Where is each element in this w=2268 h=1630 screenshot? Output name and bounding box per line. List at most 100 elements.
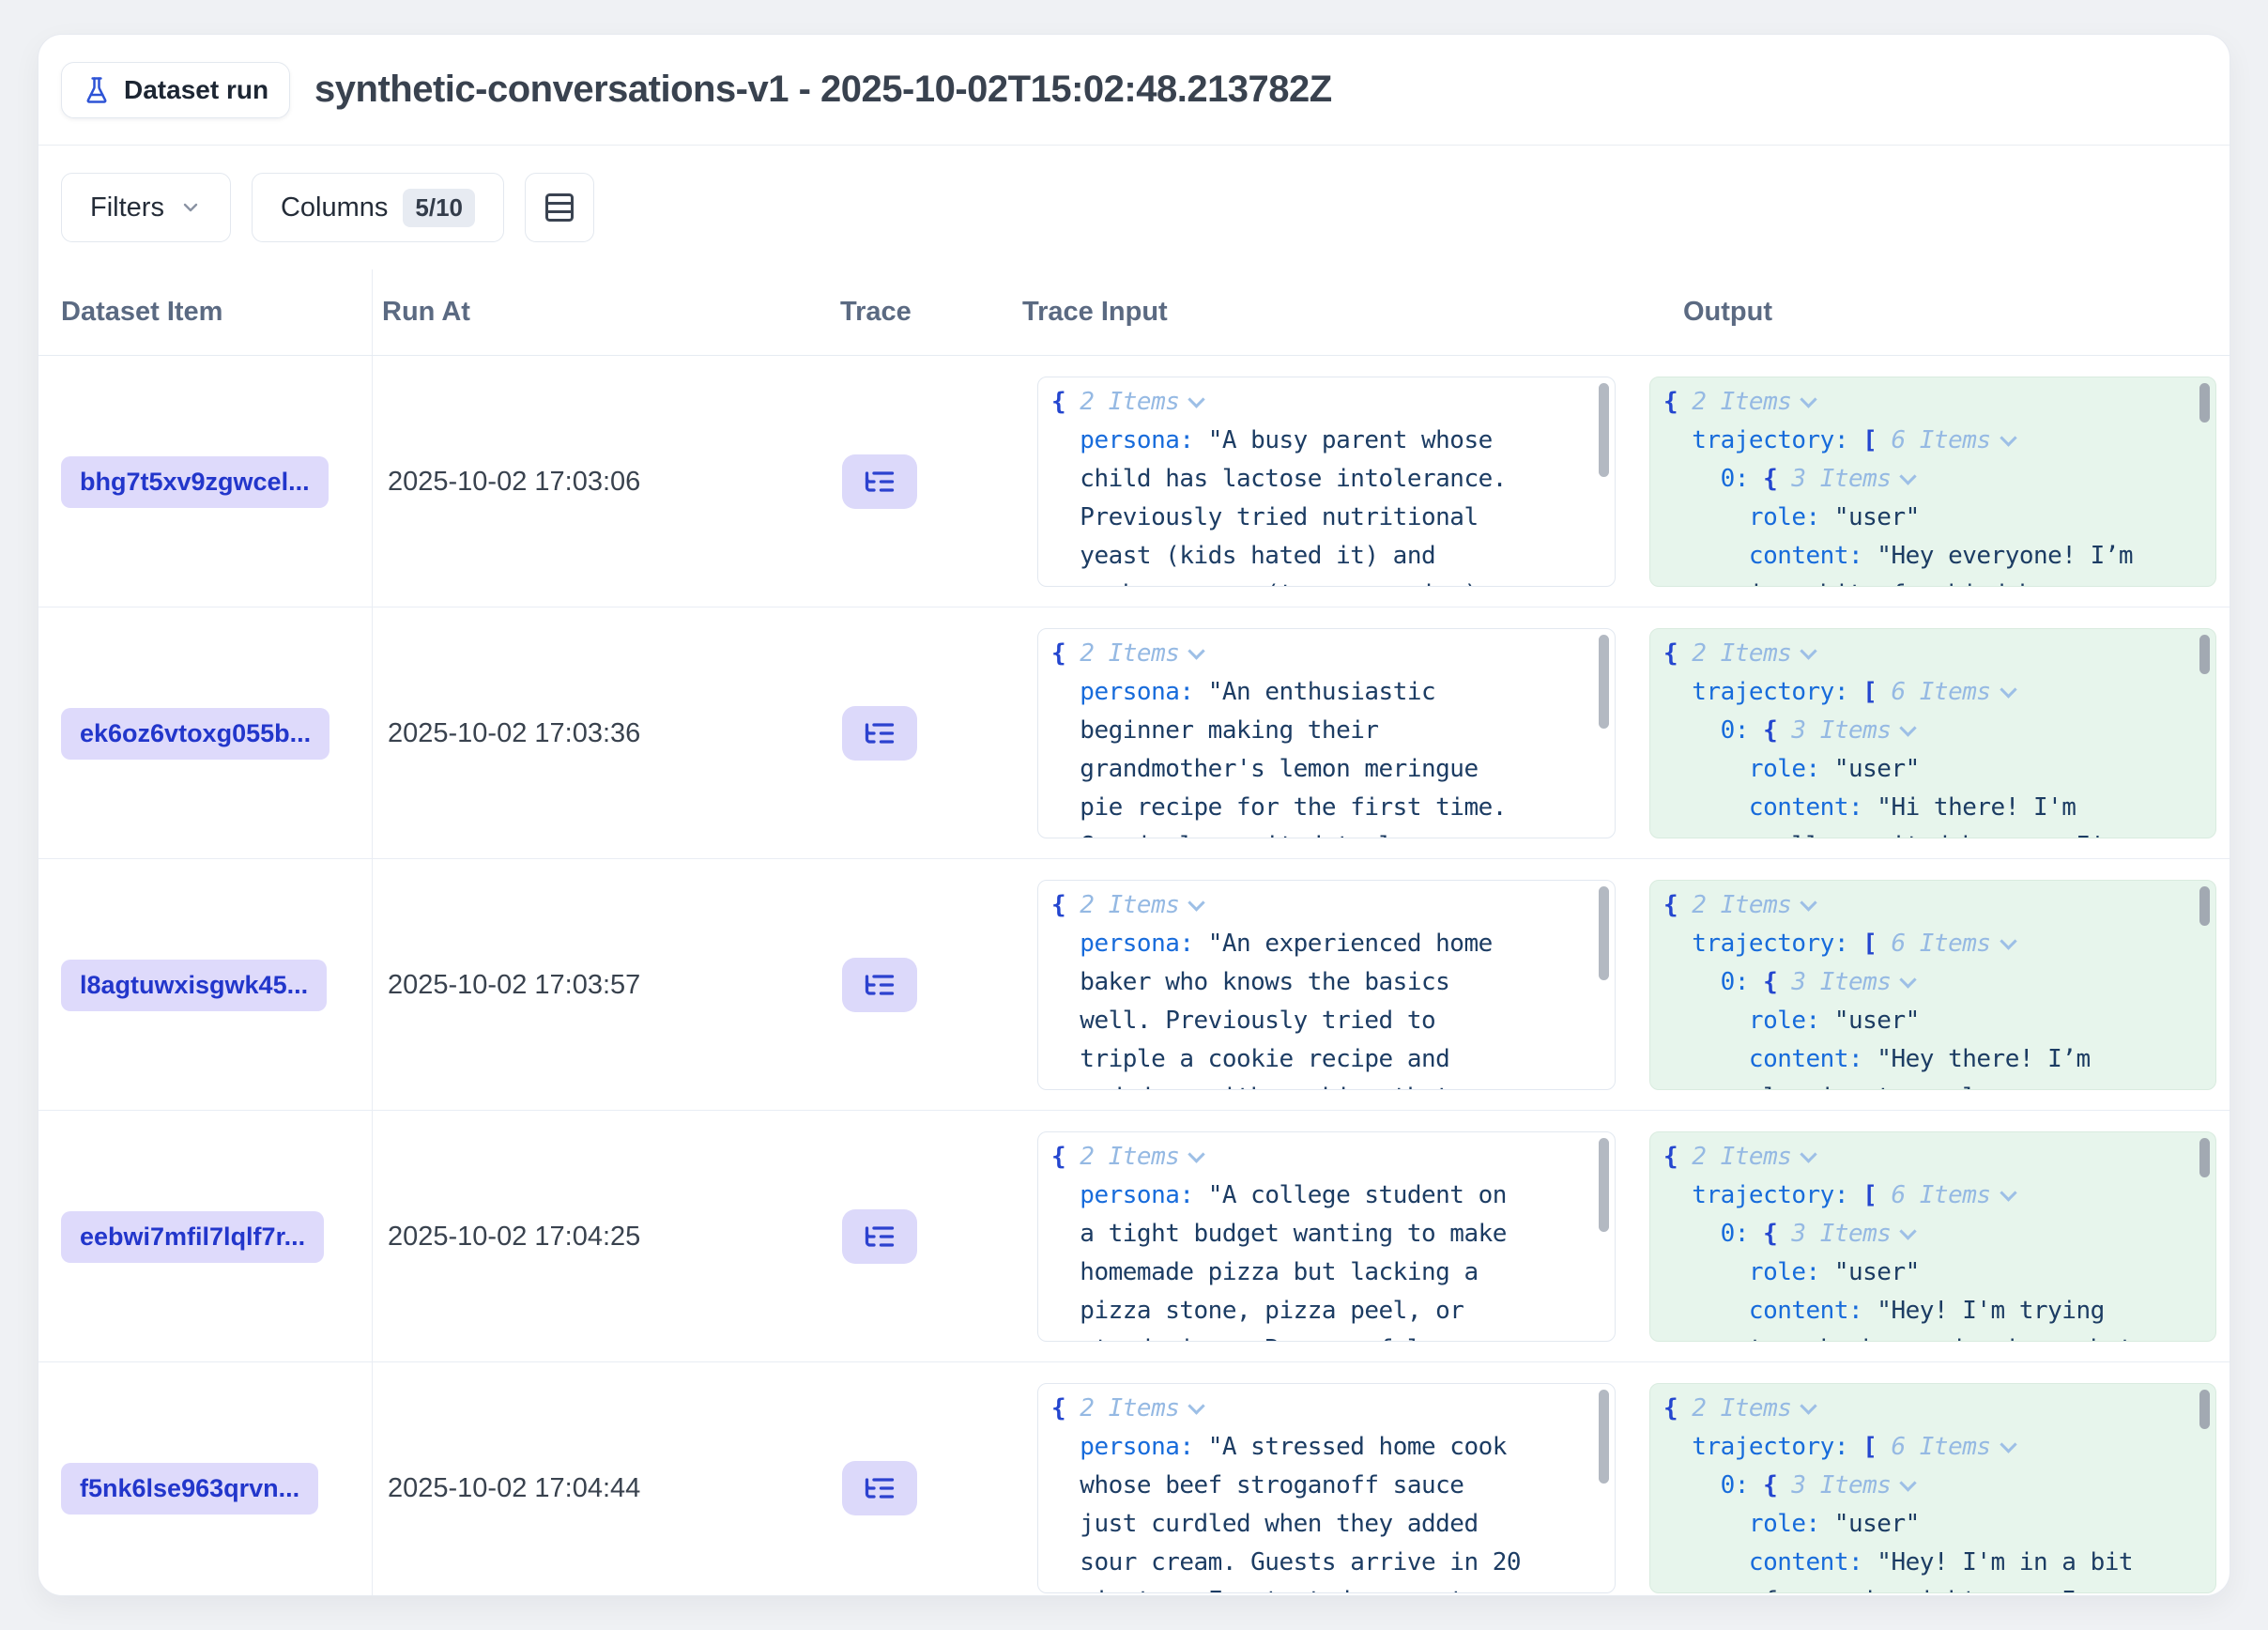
dataset-item-cell: ek6oz6vtoxg055b...	[38, 607, 373, 859]
scrollbar-thumb[interactable]	[2199, 1390, 2210, 1429]
trace-input-json-card[interactable]: { 2 Items persona: "A college student on…	[1037, 1131, 1616, 1342]
table-row: bhg7t5xv9zgwcel... 2025-10-02 17:03:06 {…	[38, 356, 2230, 607]
run-at-cell: 2025-10-02 17:03:06	[373, 356, 833, 607]
flask-icon	[83, 76, 111, 104]
trace-button[interactable]	[842, 454, 917, 509]
trace-input-json-content: { 2 Items persona: "An experienced home …	[1051, 886, 1600, 1090]
list-tree-icon	[863, 1220, 896, 1253]
output-cell: { 2 Items trajectory: [ 6 Items 0: { 3 I…	[1634, 1111, 2230, 1362]
output-json-content: { 2 Items trajectory: [ 6 Items 0: { 3 I…	[1663, 383, 2200, 587]
scrollbar-thumb[interactable]	[2199, 383, 2210, 423]
trace-cell	[833, 1111, 1015, 1362]
run-at-value: 2025-10-02 17:04:25	[388, 1222, 640, 1253]
output-cell: { 2 Items trajectory: [ 6 Items 0: { 3 I…	[1634, 1362, 2230, 1596]
scrollbar-thumb[interactable]	[1599, 1138, 1609, 1232]
table-row: eebwi7mfil7lqlf7r... 2025-10-02 17:04:25…	[38, 1111, 2230, 1362]
trace-input-json-card[interactable]: { 2 Items persona: "A stressed home cook…	[1037, 1383, 1616, 1593]
trace-input-json-card[interactable]: { 2 Items persona: "An enthusiastic begi…	[1037, 628, 1616, 838]
page-title: synthetic-conversations-v1 - 2025-10-02T…	[314, 69, 1332, 111]
output-json-card[interactable]: { 2 Items trajectory: [ 6 Items 0: { 3 I…	[1649, 880, 2216, 1090]
output-json-content: { 2 Items trajectory: [ 6 Items 0: { 3 I…	[1663, 886, 2200, 1090]
trace-cell	[833, 607, 1015, 859]
trace-input-json-content: { 2 Items persona: "A busy parent whose …	[1051, 383, 1600, 587]
scrollbar-thumb[interactable]	[1599, 886, 1609, 980]
column-header-output: Output	[1634, 269, 2230, 355]
trace-input-cell: { 2 Items persona: "An enthusiastic begi…	[1015, 607, 1634, 859]
run-at-cell: 2025-10-02 17:04:25	[373, 1111, 833, 1362]
table-header-row: Dataset Item Run At Trace Trace Input Ou…	[38, 269, 2230, 356]
trace-cell	[833, 1362, 1015, 1596]
run-at-cell: 2025-10-02 17:03:57	[373, 859, 833, 1111]
trace-input-json-card[interactable]: { 2 Items persona: "A busy parent whose …	[1037, 377, 1616, 587]
trace-input-json-content: { 2 Items persona: "A stressed home cook…	[1051, 1390, 1600, 1593]
dataset-item-cell: eebwi7mfil7lqlf7r...	[38, 1111, 373, 1362]
trace-input-cell: { 2 Items persona: "An experienced home …	[1015, 859, 1634, 1111]
output-json-card[interactable]: { 2 Items trajectory: [ 6 Items 0: { 3 I…	[1649, 377, 2216, 587]
dataset-item-badge[interactable]: l8agtuwxisgwk45...	[61, 960, 327, 1011]
scrollbar-thumb[interactable]	[2199, 1138, 2210, 1177]
output-json-card[interactable]: { 2 Items trajectory: [ 6 Items 0: { 3 I…	[1649, 1383, 2216, 1593]
run-at-cell: 2025-10-02 17:03:36	[373, 607, 833, 859]
output-json-content: { 2 Items trajectory: [ 6 Items 0: { 3 I…	[1663, 635, 2200, 838]
output-json-card[interactable]: { 2 Items trajectory: [ 6 Items 0: { 3 I…	[1649, 628, 2216, 838]
card-header: Dataset run synthetic-conversations-v1 -…	[38, 35, 2230, 146]
list-tree-icon	[863, 465, 896, 499]
trace-input-cell: { 2 Items persona: "A stressed home cook…	[1015, 1362, 1634, 1596]
run-at-value: 2025-10-02 17:03:06	[388, 467, 640, 498]
column-header-trace-input: Trace Input	[1015, 269, 1634, 355]
trace-input-cell: { 2 Items persona: "A college student on…	[1015, 1111, 1634, 1362]
trace-button[interactable]	[842, 1209, 917, 1264]
trace-input-json-content: { 2 Items persona: "An enthusiastic begi…	[1051, 635, 1600, 838]
table-body: bhg7t5xv9zgwcel... 2025-10-02 17:03:06 {…	[38, 356, 2230, 1596]
output-json-content: { 2 Items trajectory: [ 6 Items 0: { 3 I…	[1663, 1138, 2200, 1342]
table-rows-icon	[543, 191, 576, 224]
output-cell: { 2 Items trajectory: [ 6 Items 0: { 3 I…	[1634, 859, 2230, 1111]
list-tree-icon	[863, 968, 896, 1002]
dataset-item-badge[interactable]: ek6oz6vtoxg055b...	[61, 708, 329, 760]
chevron-down-icon	[179, 196, 202, 219]
dataset-run-badge: Dataset run	[61, 62, 290, 118]
column-header-run-at: Run At	[373, 269, 833, 355]
dataset-run-badge-label: Dataset run	[124, 75, 268, 105]
table-row: f5nk6lse963qrvn... 2025-10-02 17:04:44 {…	[38, 1362, 2230, 1596]
output-cell: { 2 Items trajectory: [ 6 Items 0: { 3 I…	[1634, 607, 2230, 859]
dataset-item-badge[interactable]: bhg7t5xv9zgwcel...	[61, 456, 329, 508]
trace-cell	[833, 356, 1015, 607]
scrollbar-thumb[interactable]	[2199, 635, 2210, 674]
table-row: l8agtuwxisgwk45... 2025-10-02 17:03:57 {…	[38, 859, 2230, 1111]
dataset-item-badge[interactable]: eebwi7mfil7lqlf7r...	[61, 1211, 324, 1263]
trace-input-json-card[interactable]: { 2 Items persona: "An experienced home …	[1037, 880, 1616, 1090]
run-at-value: 2025-10-02 17:03:57	[388, 970, 640, 1001]
table-row: ek6oz6vtoxg055b... 2025-10-02 17:03:36 {…	[38, 607, 2230, 859]
dataset-run-table: Dataset Item Run At Trace Trace Input Ou…	[38, 269, 2230, 1596]
column-header-dataset-item: Dataset Item	[38, 269, 373, 355]
scrollbar-thumb[interactable]	[2199, 886, 2210, 926]
scrollbar-thumb[interactable]	[1599, 1390, 1609, 1484]
run-at-value: 2025-10-02 17:03:36	[388, 718, 640, 749]
list-tree-icon	[863, 716, 896, 750]
dataset-item-cell: f5nk6lse963qrvn...	[38, 1362, 373, 1596]
output-json-card[interactable]: { 2 Items trajectory: [ 6 Items 0: { 3 I…	[1649, 1131, 2216, 1342]
row-height-button[interactable]	[525, 173, 594, 242]
toolbar: Filters Columns 5/10	[38, 146, 2230, 269]
dataset-item-cell: l8agtuwxisgwk45...	[38, 859, 373, 1111]
scrollbar-thumb[interactable]	[1599, 635, 1609, 729]
scrollbar-thumb[interactable]	[1599, 383, 1609, 477]
columns-button-label: Columns	[281, 192, 388, 223]
trace-button[interactable]	[842, 958, 917, 1012]
filters-button[interactable]: Filters	[61, 173, 231, 242]
trace-button[interactable]	[842, 1461, 917, 1515]
list-tree-icon	[863, 1471, 896, 1505]
page-background: Dataset run synthetic-conversations-v1 -…	[0, 0, 2268, 1630]
run-at-value: 2025-10-02 17:04:44	[388, 1473, 640, 1504]
dataset-item-badge[interactable]: f5nk6lse963qrvn...	[61, 1463, 318, 1515]
run-at-cell: 2025-10-02 17:04:44	[373, 1362, 833, 1596]
trace-input-cell: { 2 Items persona: "A busy parent whose …	[1015, 356, 1634, 607]
dataset-run-card: Dataset run synthetic-conversations-v1 -…	[38, 34, 2230, 1596]
trace-input-json-content: { 2 Items persona: "A college student on…	[1051, 1138, 1600, 1342]
trace-cell	[833, 859, 1015, 1111]
dataset-item-cell: bhg7t5xv9zgwcel...	[38, 356, 373, 607]
columns-count-badge: 5/10	[403, 189, 475, 227]
columns-button[interactable]: Columns 5/10	[252, 173, 504, 242]
trace-button[interactable]	[842, 706, 917, 761]
